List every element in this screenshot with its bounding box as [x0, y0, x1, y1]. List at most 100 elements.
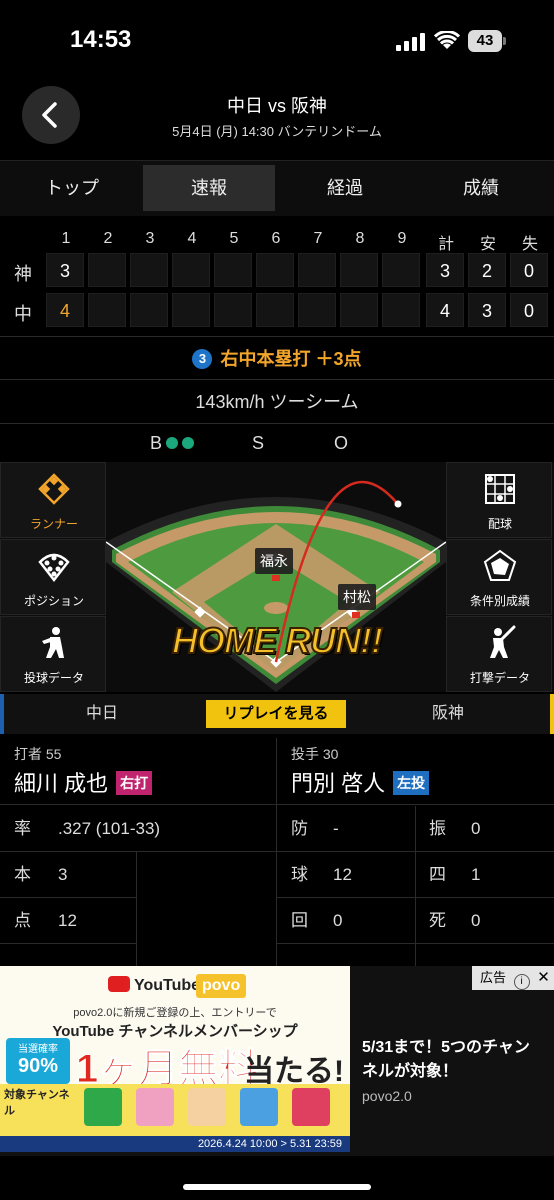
team-right-label[interactable]: 阪神 — [432, 694, 464, 734]
pitch-chart-button[interactable]: 配球 — [446, 462, 552, 538]
stat-key: 率 — [14, 819, 31, 838]
batter-name-row: 細川 成也 右打 — [14, 766, 153, 798]
batter-role: 打者 55 — [14, 746, 62, 762]
throwing-hand-badge: 左投 — [393, 771, 430, 795]
batter-icon — [490, 625, 516, 658]
battery-icon: 43 — [468, 30, 502, 52]
runner-diamond-icon — [38, 473, 70, 505]
pitch-chart-label: 配球 — [487, 517, 512, 531]
pitcher-name: 門別 啓人 — [291, 771, 386, 796]
stat-key: 四 — [429, 865, 446, 884]
info-icon[interactable]: i — [513, 974, 530, 990]
ad-label[interactable]: 広告 i ✕ — [472, 966, 554, 990]
ad-rate-badge: 当選確率 90% — [6, 1038, 70, 1084]
inning-header: 6 — [271, 230, 281, 247]
score-cell — [214, 253, 252, 287]
replay-button[interactable]: リプレイを見る — [206, 700, 346, 728]
stat-value: 3 — [58, 865, 68, 884]
close-icon[interactable]: ✕ — [537, 966, 550, 990]
inning-header: 4 — [187, 230, 197, 247]
fielder-tag: 村松 — [338, 584, 376, 610]
scoreboard[interactable]: 1 2 3 4 5 6 7 8 9 計 安 失 神 中 3 3 2 0 4 4 … — [0, 222, 554, 334]
stat-row: 点 12 — [0, 898, 136, 944]
score-cell — [172, 293, 210, 327]
divider — [0, 943, 136, 944]
strike-zone-icon — [485, 474, 515, 504]
inning-header: 1 — [61, 230, 71, 247]
ad-line1: povo2.0に新規ご登録の上、エントリーで — [73, 1007, 277, 1019]
hits-cell: 3 — [468, 293, 506, 327]
pitcher-role: 投手 30 — [291, 746, 339, 762]
wifi-icon — [434, 31, 460, 49]
team-color-right — [550, 694, 554, 734]
errors-cell: 0 — [510, 253, 548, 287]
score-cell: 4 — [46, 293, 84, 327]
stat-value: 12 — [58, 911, 77, 930]
radar-icon — [483, 549, 517, 581]
hits-cell: 2 — [468, 253, 506, 287]
score-cell — [88, 293, 126, 327]
score-cell — [340, 253, 378, 287]
split-stats-label: 条件別成績 — [469, 594, 530, 608]
tab-live[interactable]: 速報 — [143, 165, 275, 211]
hits-header: 安 — [479, 236, 496, 253]
stat-key: 振 — [429, 819, 446, 838]
stat-row: 四 1 — [415, 852, 554, 898]
inning-header: 7 — [313, 230, 323, 247]
tab-top[interactable]: トップ — [6, 165, 138, 211]
youtube-logo: YouTube — [108, 976, 200, 1000]
strike-label: S — [252, 433, 265, 453]
score-cell — [130, 253, 168, 287]
tab-stats[interactable]: 成績 — [415, 165, 547, 211]
split-stats-button[interactable]: 条件別成績 — [446, 539, 552, 615]
team-bar: 中日 リプレイを見る 阪神 — [0, 694, 554, 734]
score-cell — [382, 253, 420, 287]
inning-header: 9 — [397, 230, 407, 247]
stat-row: 回 0 — [277, 898, 415, 944]
stat-key: 球 — [291, 865, 308, 884]
batter-card[interactable]: 打者 55 細川 成也 右打 — [0, 738, 276, 800]
errors-header: 失 — [521, 236, 538, 253]
ad-source[interactable]: povo2.0 — [362, 1088, 412, 1104]
position-icon — [38, 553, 70, 583]
stat-key: 本 — [14, 865, 31, 884]
ad-image[interactable]: YouTube povo povo2.0に新規ご登録の上、エントリーで YouT… — [0, 966, 350, 1152]
play-number-badge: 3 — [192, 349, 213, 369]
ad-text[interactable]: 5/31まで！5つのチャンネルが対象！ — [362, 1036, 542, 1084]
total-header: 計 — [437, 236, 454, 253]
stat-row: 死 0 — [415, 898, 554, 944]
divider — [0, 897, 136, 898]
pitcher-card[interactable]: 投手 30 門別 啓人 左投 — [277, 738, 554, 800]
signal-icon — [396, 33, 425, 51]
errors-cell: 0 — [510, 293, 548, 327]
total-cell: 3 — [426, 253, 464, 287]
tab-bar: トップ 速報 経過 成績 — [0, 160, 554, 216]
tab-progress[interactable]: 経過 — [279, 165, 411, 211]
stat-value: - — [333, 819, 339, 838]
inning-header: 8 — [355, 230, 365, 247]
team-left-label[interactable]: 中日 — [86, 694, 118, 734]
ball-dot — [182, 437, 195, 449]
battery-tip — [503, 37, 506, 45]
runner-button[interactable]: ランナー — [0, 462, 106, 538]
povo-logo: povo — [196, 974, 247, 998]
stat-value: 0 — [471, 819, 481, 838]
total-cell: 4 — [426, 293, 464, 327]
pitch-data-button[interactable]: 投球データ — [0, 616, 106, 692]
inning-header: 2 — [103, 230, 113, 247]
score-cell — [298, 293, 336, 327]
out-label: O — [334, 433, 349, 453]
ball-label: B — [150, 433, 163, 453]
position-label: ポジション — [23, 594, 84, 608]
ad-dates: 2026.4.24 10:00 > 5.31 23:59 — [0, 1136, 350, 1152]
team-label-away: 神 — [14, 264, 32, 284]
position-button[interactable]: ポジション — [0, 539, 106, 615]
field-panel: ランナー ポジション 投球データ 福永 村松 HOME RUN!! 配球 条件別… — [0, 462, 554, 692]
ad-banner[interactable]: YouTube povo povo2.0に新規ご登録の上、エントリーで YouT… — [0, 966, 554, 1156]
score-cell — [340, 293, 378, 327]
stat-row: 率 .327 (101-33) — [0, 806, 276, 852]
stat-key: 死 — [429, 911, 446, 930]
score-cell — [256, 253, 294, 287]
home-indicator[interactable] — [183, 1184, 371, 1190]
batting-data-button[interactable]: 打撃データ — [446, 616, 552, 692]
